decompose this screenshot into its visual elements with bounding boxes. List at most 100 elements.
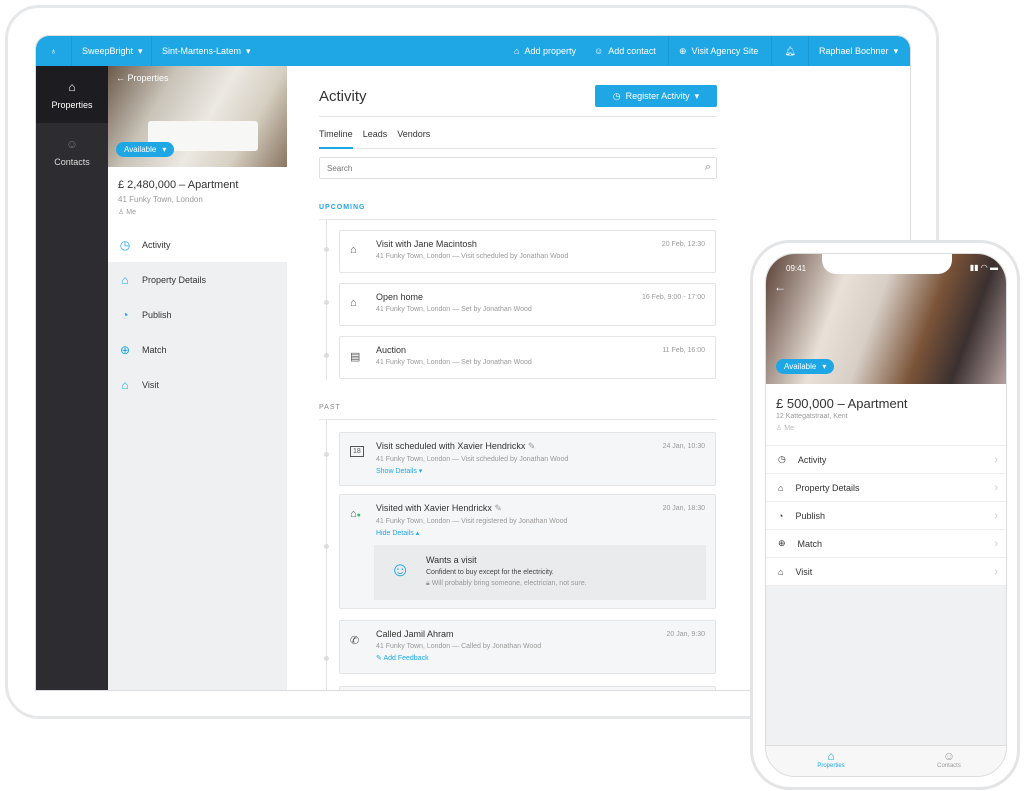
caret-down-icon: ▾	[822, 362, 827, 371]
feedback-private-note: Will probably bring someone, electrician…	[431, 580, 587, 587]
activity-card[interactable]: ⌂● Visited with Xavier Hendrickx ✎ 41 Funk…	[339, 494, 716, 609]
feedback-title: Wants a visit	[426, 555, 477, 565]
visit-icon: ⌂	[778, 566, 784, 577]
menu-label: Visit	[142, 379, 159, 390]
visit-icon: ⌂	[350, 244, 357, 256]
tab-timeline[interactable]: Timeline	[319, 129, 353, 149]
activity-subtitle: 41 Funky Town, London — Called by Jonath…	[376, 643, 542, 650]
menu-item-property-details[interactable]: ⌂ Property Details	[108, 262, 287, 297]
building-icon: ⌂	[121, 272, 129, 287]
past-heading: PAST	[319, 404, 717, 420]
chevron-right-icon: ›	[994, 453, 998, 466]
menu-item-match[interactable]: ⊕ Match	[108, 332, 287, 367]
search-input[interactable]	[320, 158, 680, 179]
tab-label: Properties	[817, 763, 845, 769]
activity-date: 20 Feb, 12:30	[661, 241, 705, 248]
money-icon: ▤	[350, 351, 361, 363]
user-menu[interactable]: Raphael Bochner ▾	[808, 36, 908, 66]
activity-card[interactable]	[339, 686, 716, 690]
person-icon: ♙	[776, 425, 783, 432]
property-photo: ← Properties Available ▾	[108, 66, 287, 167]
activity-card[interactable]: ▤ Auction 41 Funky Town, London — Set by J…	[339, 336, 716, 379]
back-to-properties-link[interactable]: ← Properties	[116, 73, 169, 83]
broadcast-icon: ◔	[778, 510, 784, 521]
user-name: Raphael Bochner	[819, 46, 889, 56]
office-dropdown[interactable]: Sint-Martens-Latem ▾	[151, 36, 261, 66]
clock-icon: ◷	[778, 454, 786, 464]
menu-item-publish[interactable]: ◔ Publish	[108, 297, 287, 332]
property-title: £ 500,000 – Apartment	[776, 396, 908, 411]
chevron-right-icon: ›	[994, 509, 998, 522]
activity-card[interactable]: ⌂ Visit with Jane Macintosh 41 Funky Town,…	[339, 230, 716, 273]
back-arrow-icon[interactable]: ←	[774, 280, 786, 294]
add-property-label: Add property	[524, 46, 576, 56]
menu-label: Activity	[142, 239, 171, 250]
caret-down-icon: ▾	[138, 45, 143, 56]
activity-card[interactable]: 18 Visit scheduled with Xavier Hendrickx …	[339, 432, 716, 486]
open-home-icon: ⌂	[350, 297, 357, 309]
activity-date: 11 Feb, 16:00	[662, 347, 705, 354]
visit-agency-site-button[interactable]: ⊕ Visit Agency Site	[668, 36, 768, 66]
clock-plus-icon: ◷	[612, 90, 621, 101]
property-owner: Me	[126, 209, 136, 216]
tab-label: Contacts	[937, 763, 961, 769]
menu-label: Match	[797, 538, 823, 549]
notifications-button[interactable]: 🔔︎	[771, 36, 808, 66]
activity-tabs: Timeline Leads Vendors	[319, 129, 717, 149]
phone-menu-property-details[interactable]: ⌂ Property Details ›	[766, 474, 1006, 502]
sidebar-item-properties[interactable]: ⌂ Properties	[36, 66, 108, 123]
phone-menu-publish[interactable]: ◔ Publish ›	[766, 502, 1006, 530]
hide-details-link[interactable]: Hide Details ▴	[376, 529, 715, 537]
register-activity-button[interactable]: ◷ Register Activity ▾	[595, 85, 717, 107]
edit-icon[interactable]: ✎	[494, 503, 502, 513]
main-sidebar: ⌂ Properties ☺ Contacts	[36, 66, 108, 690]
tab-vendors[interactable]: Vendors	[397, 129, 430, 148]
show-details-link[interactable]: Show Details ▾	[376, 467, 715, 475]
phone-icon: ✆	[350, 635, 360, 647]
phone-notch	[822, 254, 952, 274]
add-property-button[interactable]: ⌂ Add property	[504, 36, 586, 66]
activity-card[interactable]: ⌂ Open home 41 Funky Town, London — Set by…	[339, 283, 716, 326]
edit-icon[interactable]: ✎	[528, 441, 536, 451]
timeline: ⌂ Visit with Jane Macintosh 41 Funky Town,…	[319, 220, 717, 690]
activity-subtitle: 41 Funky Town, London — Visit registered…	[376, 518, 568, 525]
tab-leads[interactable]: Leads	[363, 129, 388, 148]
menu-label: Publish	[795, 510, 825, 521]
menu-item-activity[interactable]: ◷ Activity	[108, 227, 287, 262]
property-photo: 09:41 ▮▮ ◠ ▬ ← Available ▾	[766, 254, 1006, 384]
house-icon: ⌂	[827, 749, 835, 763]
menu-label: Property Details	[795, 482, 860, 493]
add-contact-button[interactable]: ☺ Add contact	[584, 36, 666, 66]
tab-properties[interactable]: ⌂ Properties	[801, 749, 861, 769]
person-icon: ☺	[65, 136, 79, 151]
tab-contacts[interactable]: ☺ Contacts	[919, 749, 979, 769]
phone-menu-visit[interactable]: ⌂ Visit ›	[766, 558, 1006, 586]
visit-site-label: Visit Agency Site	[691, 46, 759, 56]
phone-menu-activity[interactable]: ◷ Activity ›	[766, 446, 1006, 474]
company-dropdown[interactable]: SweepBright ▾	[71, 36, 153, 66]
activity-date: 16 Feb, 9:00 - 17:00	[641, 294, 705, 301]
phone-frame: 09:41 ▮▮ ◠ ▬ ← Available ▾ £ 500,000 – Ap…	[750, 240, 1020, 790]
sidebar-item-contacts[interactable]: ☺ Contacts	[36, 123, 108, 180]
property-owner: Me	[784, 425, 794, 432]
property-info: £ 500,000 – Apartment 12 Kattegatstraat,…	[766, 384, 1006, 446]
top-bar: ♁ SweepBright ▾ Sint-Martens-Latem ▾ ⌂ Add …	[36, 36, 910, 66]
menu-label: Activity	[797, 454, 827, 465]
activity-subtitle: 41 Funky Town, London — Visit scheduled …	[376, 253, 569, 260]
search-icon[interactable]: ⌕	[705, 161, 711, 174]
add-contact-label: Add contact	[608, 46, 656, 56]
status-icons: ▮▮ ◠ ▬	[969, 263, 998, 272]
target-icon: ⊕	[778, 538, 786, 548]
activity-card[interactable]: ✆ Called Jamil Ahram 41 Funky Town, London…	[339, 620, 716, 674]
building-icon: ⌂	[778, 482, 784, 493]
status-dropdown[interactable]: Available ▾	[776, 359, 835, 374]
phone-menu-match[interactable]: ⊕ Match ›	[766, 530, 1006, 558]
logo-icon[interactable]: ♁	[36, 36, 71, 66]
chevron-right-icon: ›	[994, 537, 998, 550]
sidebar-label: Contacts	[54, 156, 90, 167]
status-dropdown[interactable]: Available ▾	[116, 142, 175, 157]
add-feedback-link[interactable]: ✎ Add Feedback	[376, 654, 715, 662]
chevron-right-icon: ›	[994, 481, 998, 494]
menu-item-visit[interactable]: ⌂ Visit	[108, 367, 287, 402]
activity-subtitle: 41 Funky Town, London — Visit scheduled …	[376, 456, 569, 463]
